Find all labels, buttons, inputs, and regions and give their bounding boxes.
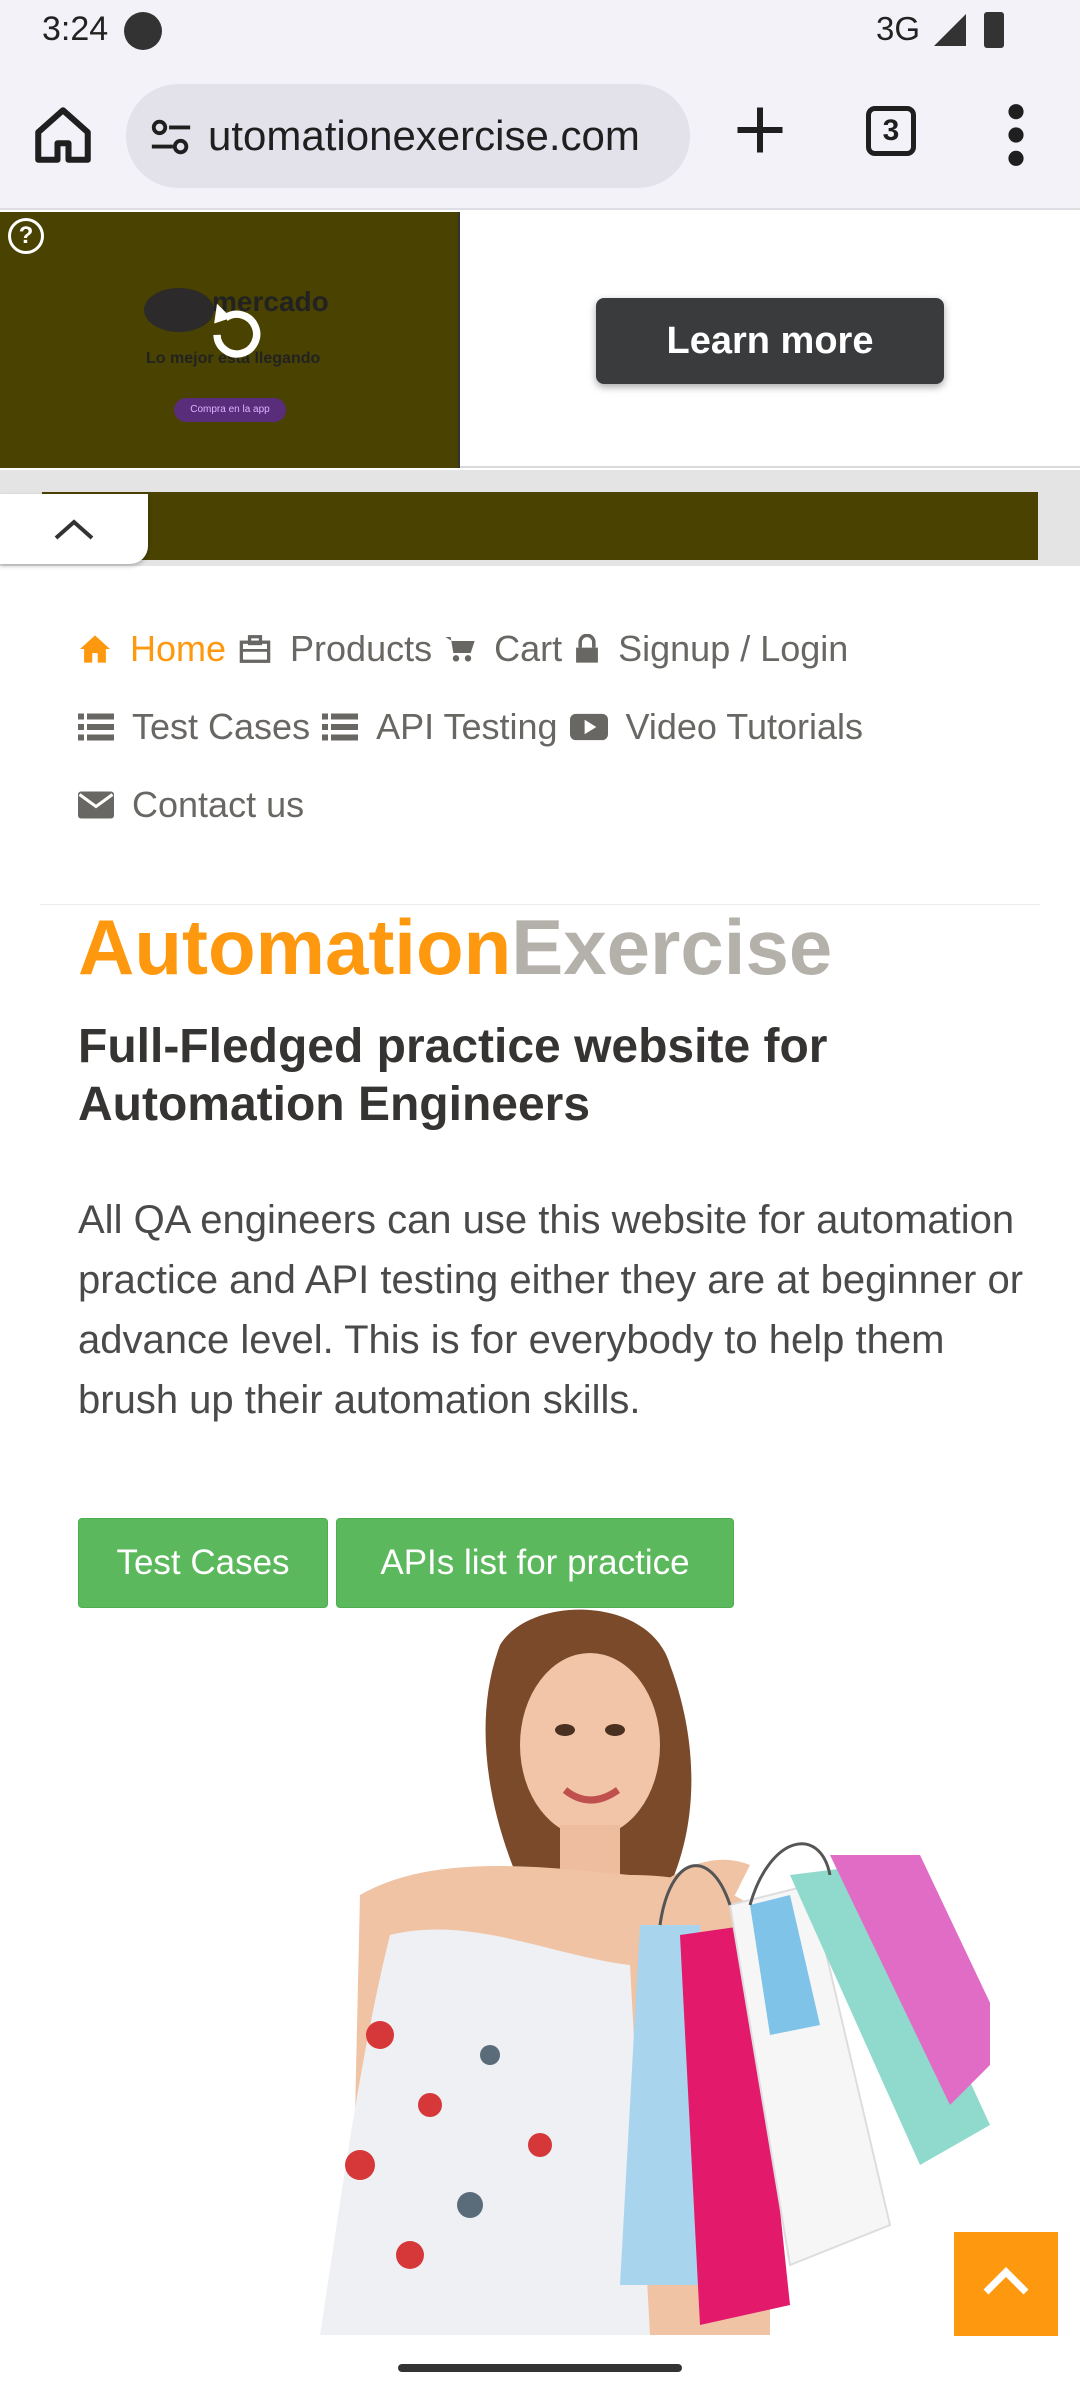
- nav-products-label: Products: [290, 628, 433, 669]
- home-icon[interactable]: [30, 102, 96, 168]
- youtube-play-icon: [569, 713, 608, 741]
- nav-test-cases[interactable]: Test Cases: [78, 706, 310, 748]
- battery-icon: [984, 12, 1004, 48]
- ad-banner[interactable]: ? mercado Lo mejor está llegando Compra …: [0, 212, 1080, 468]
- brand-title: AutomationExercise: [78, 902, 832, 993]
- nav-signup-login[interactable]: Signup / Login: [574, 628, 848, 670]
- nav-test-cases-label: Test Cases: [132, 706, 311, 747]
- sync-icon: [124, 12, 162, 50]
- nav-cart[interactable]: Cart: [444, 628, 562, 670]
- nav-contact-us-label: Contact us: [132, 784, 305, 825]
- status-bar: 3:24 3G: [0, 0, 1080, 62]
- nav-home[interactable]: Home: [78, 628, 226, 670]
- nav-signup-login-label: Signup / Login: [618, 628, 849, 669]
- hero-shopping-girl-image: [320, 1609, 990, 2335]
- nav-home-label: Home: [130, 628, 227, 669]
- nav-cart-label: Cart: [494, 628, 563, 669]
- list-icon: [78, 713, 114, 741]
- network-type: 3G: [876, 10, 921, 47]
- ad-image[interactable]: ? mercado Lo mejor está llegando Compra …: [0, 212, 460, 468]
- more-menu-icon[interactable]: [1004, 100, 1028, 170]
- nav-products[interactable]: Products: [238, 628, 432, 670]
- hero-description: All QA engineers can use this website fo…: [78, 1198, 1024, 1422]
- brand-part-exercise: Exercise: [511, 903, 833, 991]
- cart-icon: [445, 637, 475, 662]
- chevron-up-icon: [54, 519, 94, 540]
- replay-icon[interactable]: [200, 296, 268, 368]
- nav-api-testing-label: API Testing: [376, 706, 558, 747]
- hero-heading: Full-Fledged practice website for Automa…: [78, 1020, 828, 1131]
- scroll-up-button[interactable]: [954, 2232, 1058, 2336]
- browser-toolbar: utomationexercise.com 3: [0, 62, 1080, 210]
- ad-anchor-bar: [42, 492, 1038, 560]
- ad-small-cta: Compra en la app: [174, 398, 286, 422]
- ad-collapse-strip: [0, 470, 1080, 566]
- nav-video-tutorials-label: Video Tutorials: [625, 706, 864, 747]
- learn-more-button[interactable]: Learn more: [596, 298, 944, 384]
- address-bar[interactable]: utomationexercise.com: [126, 84, 690, 188]
- nav-contact-us[interactable]: Contact us: [78, 784, 304, 826]
- ad-help-icon[interactable]: ?: [8, 218, 44, 254]
- site-settings-icon[interactable]: [148, 114, 194, 160]
- nav-video-tutorials[interactable]: Video Tutorials: [569, 706, 864, 748]
- tab-switcher-button[interactable]: 3: [866, 106, 916, 156]
- new-tab-icon[interactable]: [730, 100, 790, 160]
- list-icon: [322, 713, 359, 741]
- products-icon: [239, 635, 271, 663]
- main-nav: Home Products Cart Signup / Login Test C…: [78, 610, 1038, 844]
- apis-list-button[interactable]: APIs list for practice: [336, 1518, 734, 1608]
- ad-collapse-button[interactable]: [0, 494, 148, 564]
- status-time: 3:24: [42, 10, 109, 48]
- url-text[interactable]: utomationexercise.com: [208, 112, 640, 160]
- envelope-icon: [78, 791, 114, 819]
- brand-part-automation: Automation: [78, 903, 512, 991]
- gesture-bar[interactable]: [398, 2364, 682, 2372]
- home-icon: [80, 635, 110, 663]
- lock-icon: [576, 634, 599, 663]
- chevron-up-icon: [983, 2267, 1029, 2295]
- nav-api-testing[interactable]: API Testing: [322, 706, 558, 748]
- test-cases-button[interactable]: Test Cases: [78, 1518, 328, 1608]
- signal-icon: [934, 14, 966, 46]
